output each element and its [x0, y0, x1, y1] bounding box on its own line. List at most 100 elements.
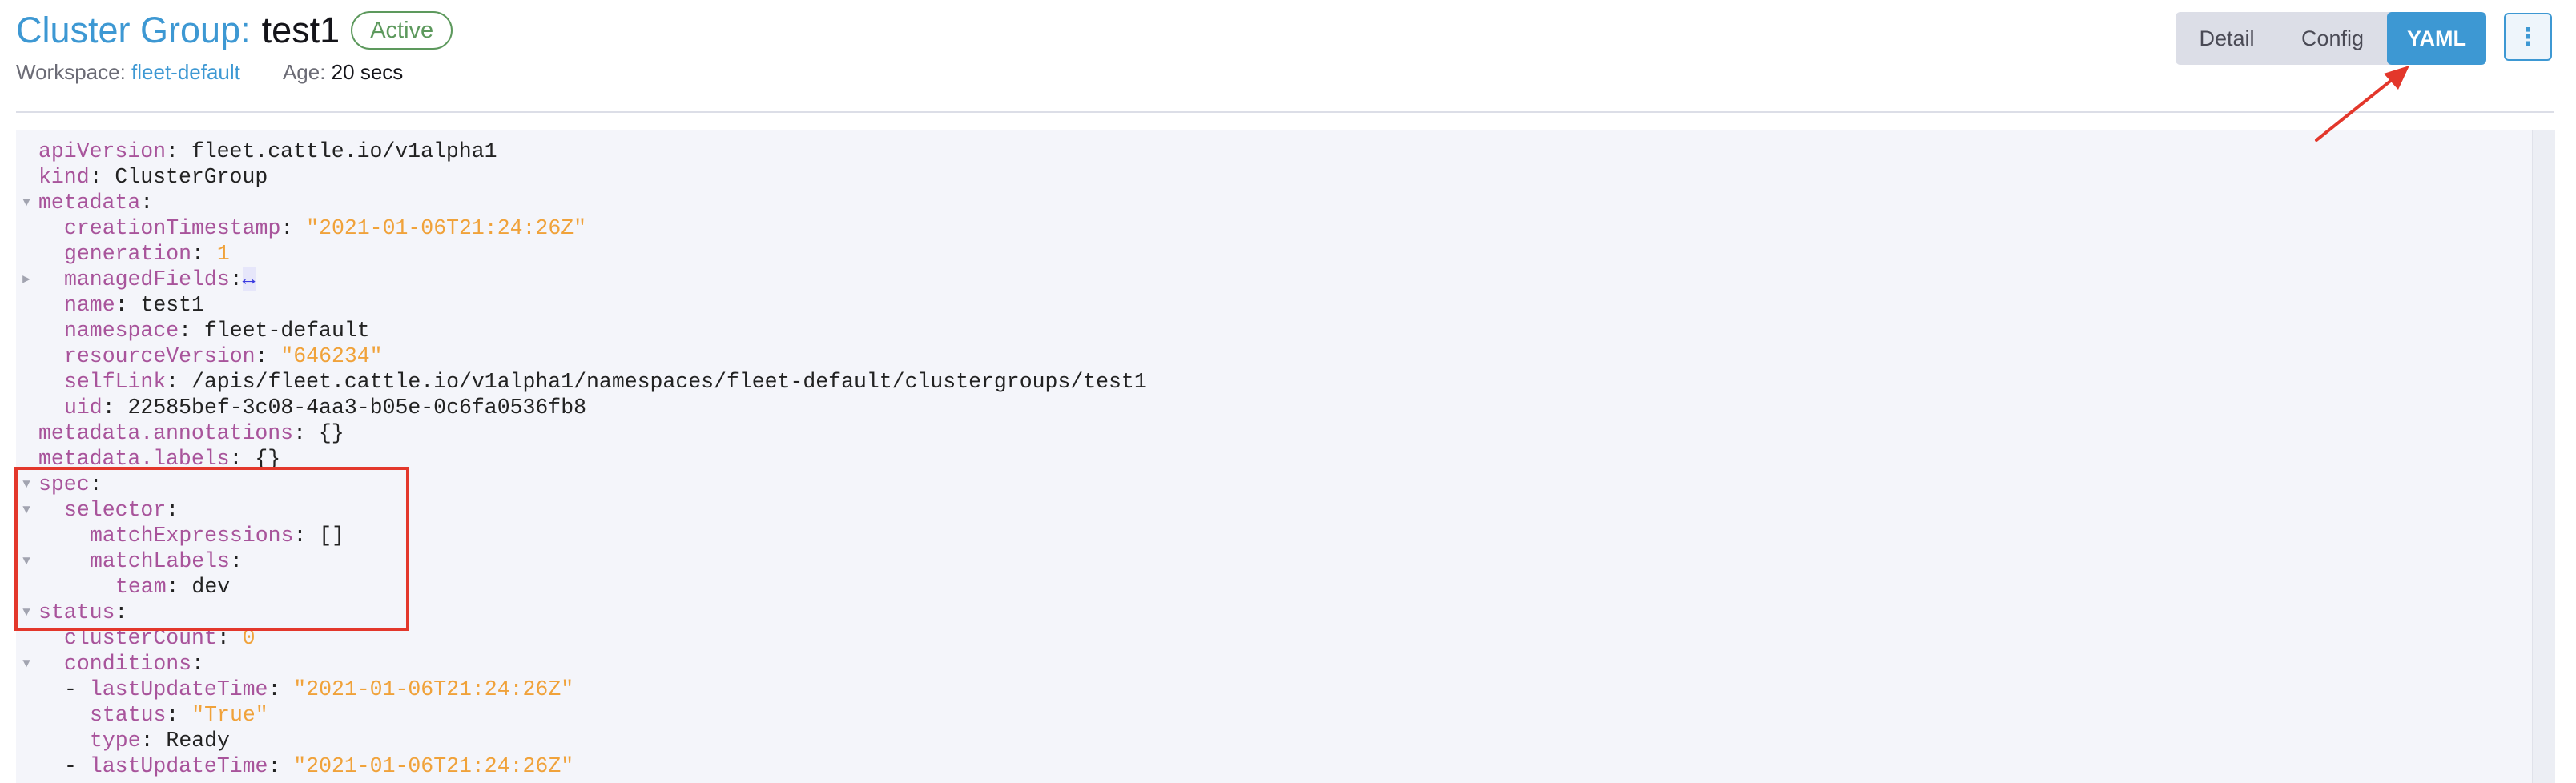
resource-meta: Workspace: fleet-default Age: 20 secs [16, 60, 403, 85]
age-label: Age: [282, 60, 326, 84]
workspace-link[interactable]: fleet-default [131, 60, 240, 84]
yaml-line-content: resourceVersion: "646234" [64, 343, 383, 369]
expand-icon[interactable]: ↔ [242, 267, 256, 291]
yaml-key: resourceVersion [64, 344, 256, 368]
yaml-line-content: managedFields:↔ [64, 267, 256, 292]
yaml-value: "2021-01-06T21:24:26Z" [306, 216, 587, 240]
fold-open-icon[interactable]: ▼ [18, 190, 35, 215]
yaml-line-content: namespace: fleet-default [64, 318, 370, 343]
yaml-line-content: name: test1 [64, 292, 204, 318]
fold-open-icon[interactable]: ▼ [18, 651, 35, 677]
yaml-value: : [191, 242, 217, 266]
yaml-line: apiVersion: fleet.cattle.io/v1alpha1 [16, 139, 2531, 164]
yaml-line: ▶ managedFields:↔ [16, 267, 2531, 292]
yaml-line-content: creationTimestamp: "2021-01-06T21:24:26Z… [64, 215, 586, 241]
yaml-key: kind [38, 165, 90, 189]
yaml-value: : fleet-default [179, 319, 370, 343]
yaml-line-content: status: "True" [90, 702, 268, 728]
yaml-value: "2021-01-06T21:24:26Z" [293, 754, 574, 778]
more-vertical-icon: ⋮ [2516, 23, 2540, 50]
yaml-line-content: generation: 1 [64, 241, 230, 267]
yaml-key: managedFields [64, 267, 230, 291]
yaml-line: uid: 22585bef-3c08-4aa3-b05e-0c6fa0536fb… [16, 395, 2531, 420]
yaml-key: uid [64, 396, 103, 420]
yaml-value: : [255, 344, 281, 368]
yaml-line: resourceVersion: "646234" [16, 343, 2531, 369]
yaml-key: metadata.annotations [38, 421, 294, 445]
workspace-label: Workspace: [16, 60, 126, 84]
yaml-line: ▼ metadata: [16, 190, 2531, 215]
yaml-line: name: test1 [16, 292, 2531, 318]
yaml-line: ▼ conditions: [16, 651, 2531, 677]
detail-mode-button[interactable]: Detail [2176, 12, 2278, 65]
yaml-line-content: - lastUpdateTime: "2021-01-06T21:24:26Z" [64, 753, 574, 779]
yaml-key: selfLink [64, 370, 167, 394]
yaml-value: "True" [191, 703, 268, 727]
editor-scrollbar[interactable] [2532, 130, 2555, 783]
page-title-name: test1 [261, 10, 340, 50]
yaml-value: : /apis/fleet.cattle.io/v1alpha1/namespa… [166, 370, 1147, 394]
yaml-editor[interactable]: apiVersion: fleet.cattle.io/v1alpha1 kind… [16, 130, 2555, 783]
yaml-value: : 22585bef-3c08-4aa3-b05e-0c6fa0536fb8 [102, 396, 587, 420]
yaml-line-content: metadata: [38, 190, 153, 215]
yaml-value: "2021-01-06T21:24:26Z" [293, 677, 574, 701]
yaml-line-content: apiVersion: fleet.cattle.io/v1alpha1 [38, 139, 497, 164]
page-title: Cluster Group: test1 Active [16, 6, 453, 54]
yaml-value: - [64, 754, 90, 778]
fold-closed-icon[interactable]: ▶ [18, 267, 35, 292]
yaml-key: creationTimestamp [64, 216, 281, 240]
yaml-line: type: Ready [16, 728, 2531, 753]
yaml-line-content: type: Ready [90, 728, 230, 753]
yaml-value: : [268, 754, 294, 778]
yaml-key: namespace [64, 319, 179, 343]
yaml-value: : [191, 652, 204, 676]
yaml-key: generation [64, 242, 192, 266]
yaml-key: status [90, 703, 167, 727]
yaml-line-content: conditions: [64, 651, 204, 677]
yaml-line-content: - lastUpdateTime: "2021-01-06T21:24:26Z" [64, 677, 574, 702]
yaml-key: lastUpdateTime [89, 754, 268, 778]
yaml-value: : test1 [115, 293, 204, 317]
yaml-line-content: uid: 22585bef-3c08-4aa3-b05e-0c6fa0536fb… [64, 395, 586, 420]
status-badge: Active [351, 11, 453, 50]
actions-menu-button[interactable]: ⋮ [2504, 13, 2552, 61]
config-mode-button[interactable]: Config [2278, 12, 2387, 65]
yaml-value: : [140, 191, 154, 215]
age-value: 20 secs [331, 60, 404, 84]
yaml-value: 1 [216, 242, 230, 266]
yaml-key: apiVersion [38, 139, 167, 163]
yaml-code: apiVersion: fleet.cattle.io/v1alpha1 kind… [16, 139, 2531, 779]
yaml-key: metadata [38, 191, 141, 215]
yaml-line: kind: ClusterGroup [16, 164, 2531, 190]
yaml-mode-button[interactable]: YAML [2387, 12, 2486, 65]
page-title-prefix: Cluster Group: [16, 10, 251, 50]
yaml-line-content: metadata.annotations: {} [38, 420, 344, 446]
yaml-line: selfLink: /apis/fleet.cattle.io/v1alpha1… [16, 369, 2531, 395]
yaml-line: generation: 1 [16, 241, 2531, 267]
yaml-line: - lastUpdateTime: "2021-01-06T21:24:26Z" [16, 753, 2531, 779]
yaml-key: name [64, 293, 115, 317]
view-mode-toggle: Detail Config YAML [2176, 12, 2486, 65]
yaml-line-content: kind: ClusterGroup [38, 164, 268, 190]
yaml-value: : [268, 677, 294, 701]
yaml-value: : [280, 216, 307, 240]
arrow-annotation-icon [2315, 66, 2409, 142]
yaml-key: conditions [64, 652, 192, 676]
yaml-value: : [166, 703, 192, 727]
header-divider [16, 111, 2554, 113]
cluster-group-page: Cluster Group: test1 Active Workspace: f… [0, 0, 2576, 783]
yaml-line: status: "True" [16, 702, 2531, 728]
yaml-key: type [90, 729, 141, 753]
yaml-value: "646234" [280, 344, 383, 368]
yaml-line-content: selfLink: /apis/fleet.cattle.io/v1alpha1… [64, 369, 1147, 395]
yaml-value: : Ready [140, 729, 230, 753]
yaml-value: : {} [293, 421, 344, 445]
spec-highlight-annotation [14, 467, 409, 631]
yaml-line: creationTimestamp: "2021-01-06T21:24:26Z… [16, 215, 2531, 241]
yaml-key: lastUpdateTime [89, 677, 268, 701]
yaml-line: metadata.annotations: {} [16, 420, 2531, 446]
yaml-value: - [64, 677, 90, 701]
yaml-value: : fleet.cattle.io/v1alpha1 [166, 139, 497, 163]
yaml-value: : [229, 267, 243, 291]
yaml-line: namespace: fleet-default [16, 318, 2531, 343]
